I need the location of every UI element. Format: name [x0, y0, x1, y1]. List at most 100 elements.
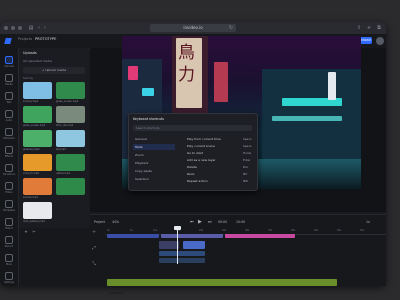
zoom-value[interactable]: 44% [112, 220, 119, 224]
reload-icon[interactable]: ↻ [228, 25, 234, 31]
select-tool-icon[interactable]: ⌖ [23, 230, 29, 236]
prev-frame-icon[interactable]: ⏮ [190, 219, 194, 224]
upload-button[interactable]: + Upload media [23, 67, 85, 74]
ruler-tick-label: 55s [360, 229, 365, 232]
ruler-tick-label: 45s [314, 229, 319, 232]
text-clip[interactable]: Text Here [159, 241, 179, 257]
shortcut-category-general[interactable]: General [133, 136, 175, 142]
shortcut-category-zoom[interactable]: Zoom [133, 152, 175, 158]
speed-control[interactable]: 1x [366, 220, 370, 224]
sidebar-item-media[interactable] [5, 74, 13, 82]
media-thumbnail[interactable] [23, 82, 52, 99]
video-clip[interactable] [161, 234, 223, 238]
shortcut-action: Play current scene [187, 144, 215, 148]
media-thumbnail[interactable] [56, 154, 85, 171]
sidebar-item-uploads[interactable] [5, 56, 13, 64]
project-name[interactable]: PROTOTYPE [35, 37, 56, 41]
sidebar-item-label: Text [6, 101, 12, 104]
library-filter-dropdown[interactable]: All uploaded media [23, 59, 85, 64]
sidebar-item-elements[interactable] [5, 128, 13, 136]
layer-clip[interactable] [159, 251, 205, 256]
sidebar-item-transitions[interactable] [5, 164, 13, 172]
sidebar-item-text[interactable] [5, 92, 13, 100]
shortcut-action: Add as a new layer [187, 158, 216, 162]
close-dot[interactable] [4, 26, 8, 30]
sidebar-item-filters[interactable] [5, 182, 13, 190]
video-clip[interactable] [107, 234, 159, 238]
tabs-overview-icon[interactable]: ⧉ [376, 25, 382, 31]
avatar[interactable] [376, 37, 384, 45]
media-thumbnail-label: green_screen.mp4 [56, 100, 79, 103]
shortcut-action: Repeat action [187, 179, 208, 183]
sidebar-item-label: Record [4, 245, 14, 248]
shortcut-action: Delete [187, 165, 197, 169]
neon-sign [328, 72, 336, 100]
forward-icon[interactable]: › [42, 25, 48, 31]
expand-icon[interactable]: ⤡ [91, 262, 97, 268]
media-thumbnail[interactable] [23, 178, 52, 195]
media-thumbnail-label: scenery.mp4 [23, 100, 39, 103]
new-tab-icon[interactable]: + [366, 25, 372, 31]
media-thumbnail[interactable] [23, 202, 52, 219]
cut-tool-icon[interactable]: ✂ [31, 230, 37, 236]
video-clip[interactable] [225, 234, 295, 238]
media-thumbnail[interactable] [56, 178, 85, 195]
maximize-dot[interactable] [18, 26, 22, 30]
media-thumbnail[interactable] [23, 154, 52, 171]
minimize-dot[interactable] [11, 26, 15, 30]
sidebar-item-record[interactable] [5, 236, 13, 244]
breadcrumb-projects[interactable]: Projects [18, 37, 32, 41]
ruler-tick-label: 30s [245, 229, 250, 232]
media-thumbnail-label: circle_fx.mp4 [23, 172, 39, 175]
sidebar-toggle-icon[interactable]: ▤ [28, 25, 34, 31]
sidebar-item-label: Uploads [4, 65, 14, 68]
sidebar-item-label: Audio [5, 119, 13, 122]
app-logo[interactable] [4, 38, 12, 44]
tool-sidebar: Uploads Media Text Audio Elements Effects Tran… [0, 48, 19, 286]
shortcut-category-playback[interactable]: Playback [133, 160, 175, 166]
shortcut-key: Space [243, 137, 252, 141]
sidebar-item-more[interactable] [5, 254, 13, 262]
add-track-icon[interactable]: + [91, 230, 97, 236]
audio-track[interactable]: Audio track [107, 279, 337, 295]
share-icon[interactable]: ⇪ [356, 25, 362, 31]
media-thumbnail[interactable] [23, 106, 52, 123]
shortcut-key: Home [243, 151, 252, 155]
playhead-handle[interactable] [174, 226, 181, 230]
media-thumbnail[interactable] [23, 130, 52, 147]
shortcut-category-tools[interactable]: Tools [133, 144, 175, 150]
move-icon[interactable]: ⤢ [91, 246, 97, 252]
shortcut-key: ⌘Y [243, 172, 248, 176]
playhead[interactable] [177, 228, 178, 264]
media-thumbnail[interactable] [56, 130, 85, 147]
media-thumbnail[interactable] [56, 82, 85, 99]
layer-clip[interactable] [159, 258, 205, 263]
shortcut-key: Enter [243, 158, 251, 162]
keyboard-shortcuts-dialog: Keyboard shortcuts Search shortcuts Gene… [128, 113, 258, 191]
ruler-tick-label: 40s [291, 229, 296, 232]
text-clip[interactable]: Text Here [183, 241, 205, 257]
sidebar-item-templates[interactable] [5, 200, 13, 208]
sort-dropdown[interactable]: Sort by [23, 76, 33, 80]
shortcut-search-input[interactable]: Search shortcuts [133, 125, 252, 131]
sidebar-item-audio[interactable] [5, 110, 13, 118]
shortcut-action: Go to start [187, 151, 204, 155]
neon-banner [272, 116, 342, 121]
shortcut-category-copy-paste[interactable]: Copy paste [133, 168, 175, 174]
sidebar-item-brand[interactable] [5, 218, 13, 226]
next-frame-icon[interactable]: ⏭ [208, 219, 212, 224]
sidebar-item-effects[interactable] [5, 146, 13, 154]
sidebar-item-label: Elements [3, 137, 15, 140]
sidebar-item-settings[interactable] [5, 272, 13, 280]
sidebar-item-label: Effects [4, 155, 14, 158]
screen-background: ▤ ‹ › invideo.io ↻ ⇪ + ⧉ Projects PROTOT… [0, 0, 400, 300]
media-thumbnail-label: greenery.mp4 [23, 148, 40, 151]
address-bar[interactable]: invideo.io [150, 24, 236, 32]
neon-sign [142, 88, 154, 96]
media-thumbnail[interactable] [56, 106, 85, 123]
media-thumbnail-label: sunrise.mp4 [23, 196, 38, 199]
media-thumbnail-label: sky.mp4 [56, 148, 66, 151]
shortcut-category-selection[interactable]: Selection [133, 176, 175, 182]
play-icon[interactable]: ▶ [198, 219, 202, 225]
sidebar-item-label: Media [5, 83, 13, 86]
